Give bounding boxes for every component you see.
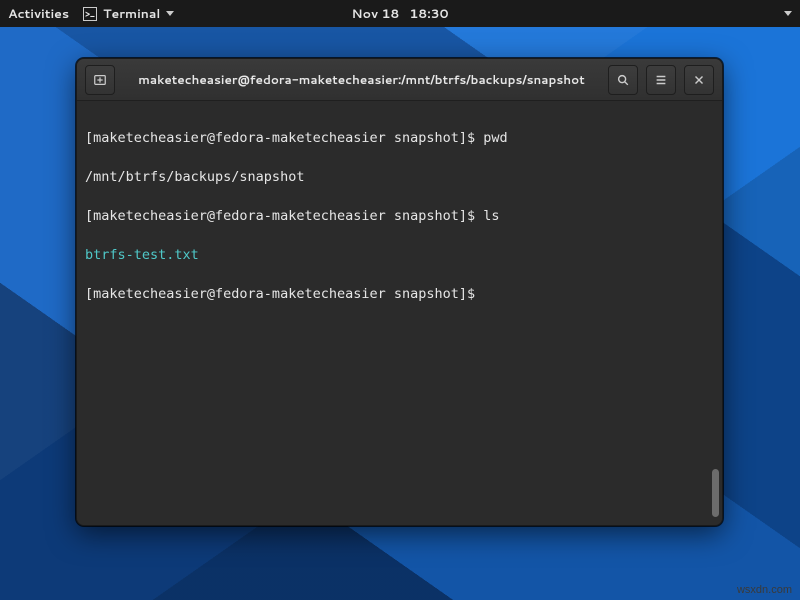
terminal-line: /mnt/btrfs/backups/snapshot xyxy=(85,168,712,188)
app-menu-label: Terminal xyxy=(103,5,160,23)
prompt: [maketecheasier@fedora-maketecheasier sn… xyxy=(85,208,483,224)
terminal-line: [maketecheasier@fedora-maketecheasier sn… xyxy=(85,129,712,149)
search-icon xyxy=(616,73,630,87)
close-icon xyxy=(692,73,706,87)
scrollbar-thumb[interactable] xyxy=(712,469,719,517)
prompt: [maketecheasier@fedora-maketecheasier sn… xyxy=(85,286,483,302)
time-label: 18:30 xyxy=(409,5,448,23)
date-label: Nov 18 xyxy=(351,5,399,23)
top-bar-left: Activities >_ Terminal xyxy=(8,5,174,23)
app-menu[interactable]: >_ Terminal xyxy=(83,5,174,23)
scrollbar[interactable] xyxy=(712,109,719,517)
window-title: maketecheasier@fedora-maketecheasier:/mn… xyxy=(117,71,606,88)
terminal-line: [maketecheasier@fedora-maketecheasier sn… xyxy=(85,207,712,227)
watermark: wsxdn.com xyxy=(737,584,792,596)
activities-button[interactable]: Activities xyxy=(8,5,69,23)
terminal-icon: >_ xyxy=(83,7,97,21)
command: ls xyxy=(483,208,499,224)
clock[interactable]: Nov 18 18:30 xyxy=(351,5,448,23)
chevron-down-icon xyxy=(784,11,792,16)
command: pwd xyxy=(483,130,507,146)
prompt: [maketecheasier@fedora-maketecheasier sn… xyxy=(85,130,483,146)
close-button[interactable] xyxy=(684,65,714,95)
search-button[interactable] xyxy=(608,65,638,95)
terminal-body[interactable]: [maketecheasier@fedora-maketecheasier sn… xyxy=(77,101,722,525)
hamburger-icon xyxy=(654,73,668,87)
terminal-window: maketecheasier@fedora-maketecheasier:/mn… xyxy=(76,58,723,526)
terminal-line: [maketecheasier@fedora-maketecheasier sn… xyxy=(85,285,712,305)
menu-button[interactable] xyxy=(646,65,676,95)
system-status-area[interactable] xyxy=(742,11,792,16)
titlebar-actions xyxy=(606,65,716,95)
gnome-top-bar: Activities >_ Terminal Nov 18 18:30 xyxy=(0,0,800,27)
window-titlebar[interactable]: maketecheasier@fedora-maketecheasier:/mn… xyxy=(77,59,722,101)
new-tab-icon xyxy=(93,73,107,87)
chevron-down-icon xyxy=(166,11,174,16)
terminal-line: btrfs-test.txt xyxy=(85,246,712,266)
new-tab-button[interactable] xyxy=(85,65,115,95)
